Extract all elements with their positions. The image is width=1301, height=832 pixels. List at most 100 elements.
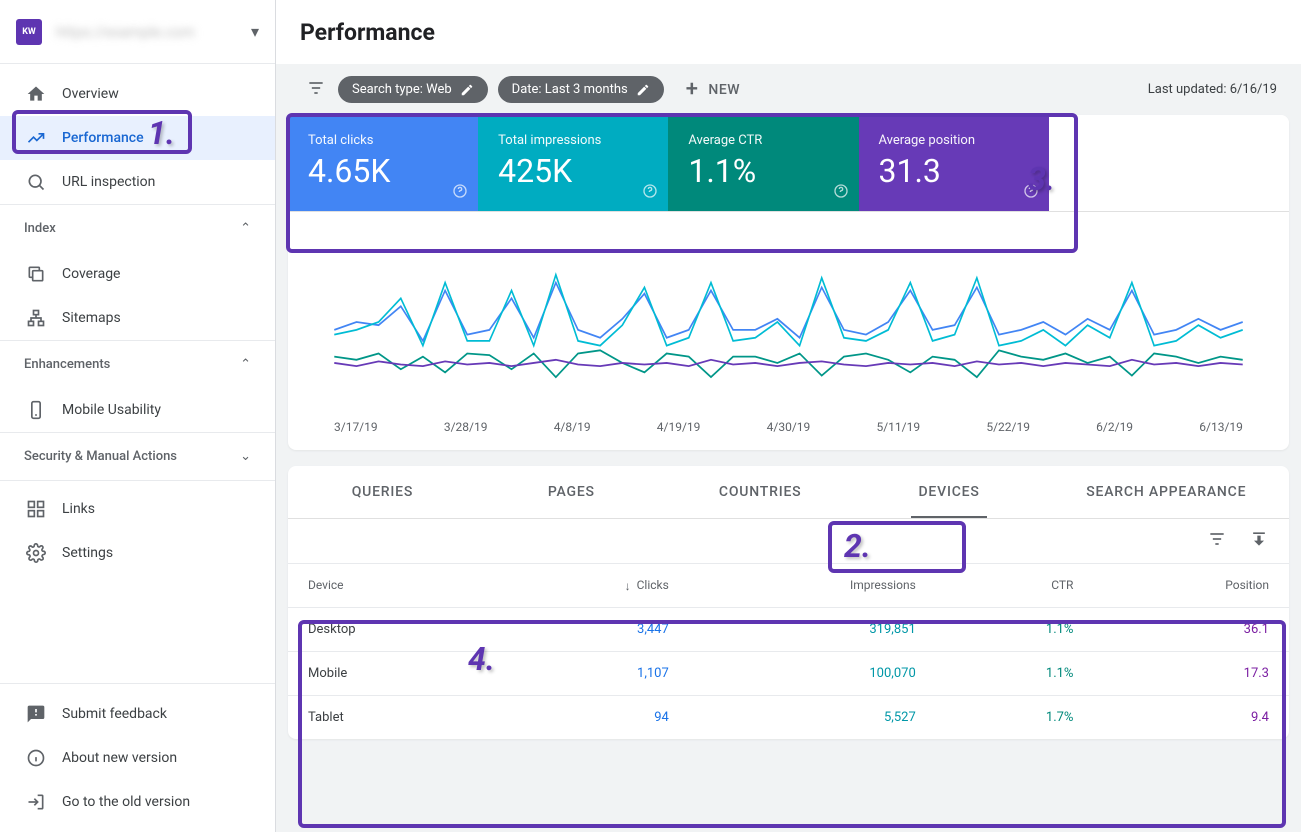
- help-icon[interactable]: [833, 183, 849, 203]
- exit-icon: [24, 790, 48, 814]
- cell-impressions: 319,851: [689, 607, 936, 651]
- series-average-position: [334, 360, 1242, 366]
- nav-url-inspection[interactable]: URL inspection: [0, 160, 275, 204]
- info-icon: [24, 746, 48, 770]
- x-tick: 5/22/19: [986, 420, 1030, 434]
- nav-label: Submit feedback: [62, 706, 167, 722]
- metric-value: 4.65K: [308, 152, 458, 190]
- x-tick: 6/13/19: [1199, 420, 1243, 434]
- th-device[interactable]: Device: [288, 564, 492, 608]
- metric-ctr[interactable]: Average CTR 1.1%: [668, 115, 858, 211]
- cell-device: Tablet: [288, 695, 492, 739]
- cell-impressions: 5,527: [689, 695, 936, 739]
- nav-feedback[interactable]: Submit feedback: [0, 692, 275, 736]
- cell-ctr: 1.7%: [936, 695, 1094, 739]
- nav-about[interactable]: About new version: [0, 736, 275, 780]
- section-label: Security & Manual Actions: [24, 449, 177, 464]
- main: Performance Search type: Web Date: Last …: [276, 0, 1301, 832]
- help-icon[interactable]: [642, 183, 658, 203]
- nav-section-security[interactable]: Security & Manual Actions ⌄: [0, 432, 275, 480]
- metric-clicks[interactable]: Total clicks 4.65K: [288, 115, 478, 211]
- th-position[interactable]: Position: [1093, 564, 1289, 608]
- tab-label: PAGES: [548, 484, 595, 500]
- metric-label: Average CTR: [688, 133, 838, 148]
- th-impressions[interactable]: Impressions: [689, 564, 936, 608]
- last-updated: Last updated: 6/16/19: [1148, 82, 1283, 97]
- table-row[interactable]: Tablet945,5271.7%9.4: [288, 695, 1289, 739]
- chip-date[interactable]: Date: Last 3 months: [498, 76, 664, 103]
- nav-settings[interactable]: Settings: [0, 531, 275, 575]
- nav-overview[interactable]: Overview: [0, 72, 275, 116]
- gear-icon: [24, 541, 48, 565]
- tab-devices[interactable]: DEVICES: [855, 466, 1044, 518]
- section-label: Index: [24, 221, 56, 236]
- cell-clicks: 3,447: [492, 607, 688, 651]
- filter-icon[interactable]: [306, 78, 326, 102]
- nav-label: Coverage: [62, 266, 120, 282]
- nav-label: Mobile Usability: [62, 402, 161, 418]
- table-row[interactable]: Desktop3,447319,8511.1%36.1: [288, 607, 1289, 651]
- tab-search-appearance[interactable]: SEARCH APPEARANCE: [1044, 466, 1290, 518]
- help-icon[interactable]: [452, 183, 468, 203]
- sitemap-icon: [24, 306, 48, 330]
- chevron-down-icon: ⌄: [240, 449, 251, 464]
- metric-value: 425K: [498, 152, 648, 190]
- chevron-down-icon: ▾: [251, 22, 259, 41]
- line-chart: [304, 232, 1273, 412]
- site-selector[interactable]: KW https://example.com ▾: [0, 0, 275, 64]
- metric-impressions[interactable]: Total impressions 425K: [478, 115, 668, 211]
- nav-mobile-usability[interactable]: Mobile Usability: [0, 388, 275, 432]
- x-axis: 3/17/193/28/194/8/194/19/194/30/195/11/1…: [304, 416, 1273, 434]
- th-clicks[interactable]: ↓ Clicks: [492, 564, 688, 608]
- tab-label: COUNTRIES: [719, 484, 802, 500]
- tab-label: SEARCH APPEARANCE: [1086, 484, 1246, 500]
- metric-position[interactable]: Average position 31.3: [859, 115, 1049, 211]
- metric-value: 1.1%: [688, 152, 838, 190]
- nav-section-index[interactable]: Index ⌃: [0, 204, 275, 252]
- metric-label: Average position: [879, 133, 1029, 148]
- nav-performance[interactable]: Performance: [0, 116, 275, 160]
- annotation-label-1: 1.: [148, 114, 175, 152]
- nav-section-enhancements[interactable]: Enhancements ⌃: [0, 340, 275, 388]
- x-tick: 3/17/19: [334, 420, 378, 434]
- nav-old-version[interactable]: Go to the old version: [0, 780, 275, 824]
- metric-value: 31.3: [879, 152, 1029, 190]
- table-row[interactable]: Mobile1,107100,0701.1%17.3: [288, 651, 1289, 695]
- nav-sitemaps[interactable]: Sitemaps: [0, 296, 275, 340]
- filter-icon[interactable]: [1207, 529, 1227, 553]
- metrics-row: Total clicks 4.65K Total impressions 425…: [288, 115, 1289, 212]
- chevron-up-icon: ⌃: [240, 357, 251, 372]
- download-icon[interactable]: [1249, 529, 1269, 553]
- feedback-icon: [24, 702, 48, 726]
- chip-search-type[interactable]: Search type: Web: [338, 76, 488, 103]
- annotation-label-2: 2.: [844, 527, 871, 565]
- home-icon: [24, 82, 48, 106]
- nav-label: Links: [62, 501, 95, 517]
- th-ctr[interactable]: CTR: [936, 564, 1094, 608]
- nav-label: Sitemaps: [62, 310, 121, 326]
- device-table: Device ↓ Clicks Impressions CTR Position…: [288, 563, 1289, 739]
- cell-device: Mobile: [288, 651, 492, 695]
- x-tick: 4/19/19: [657, 420, 701, 434]
- x-tick: 4/30/19: [767, 420, 811, 434]
- page-title: Performance: [300, 19, 435, 46]
- chip-label: Date: Last 3 months: [512, 82, 628, 97]
- tab-pages[interactable]: PAGES: [477, 466, 666, 518]
- tab-countries[interactable]: COUNTRIES: [666, 466, 855, 518]
- annotation-label-3: 3.: [1028, 160, 1055, 198]
- chart: 3/17/193/28/194/8/194/19/194/30/195/11/1…: [288, 212, 1289, 450]
- series-total-clicks: [334, 283, 1242, 341]
- x-tick: 3/28/19: [444, 420, 488, 434]
- new-filter-button[interactable]: + NEW: [674, 77, 752, 102]
- cell-position: 36.1: [1093, 607, 1289, 651]
- metric-label: Total impressions: [498, 133, 648, 148]
- cell-ctr: 1.1%: [936, 651, 1094, 695]
- nav-links[interactable]: Links: [0, 487, 275, 531]
- tab-queries[interactable]: QUERIES: [288, 466, 477, 518]
- nav-coverage[interactable]: Coverage: [0, 252, 275, 296]
- performance-card: Total clicks 4.65K Total impressions 425…: [288, 115, 1289, 450]
- edit-icon: [636, 83, 650, 97]
- cell-position: 9.4: [1093, 695, 1289, 739]
- cell-impressions: 100,070: [689, 651, 936, 695]
- x-tick: 4/8/19: [554, 420, 591, 434]
